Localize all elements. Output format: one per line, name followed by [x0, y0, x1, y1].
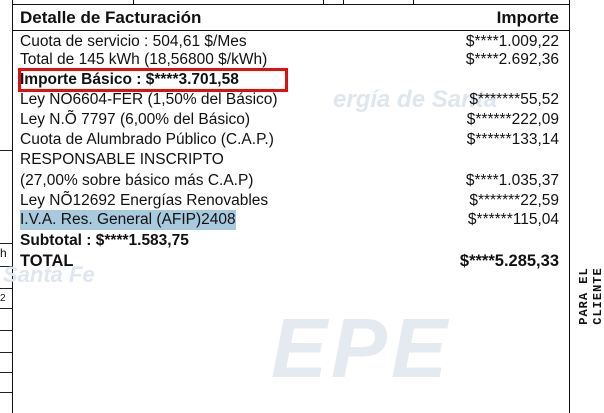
row-description: Total de 145 kWh (18,56800 $/kWh) — [20, 51, 268, 68]
row-description: Ley N.Õ 7797 (6,00% del Básico) — [20, 111, 251, 128]
row-amount: $****1.035,37 — [465, 172, 559, 189]
row-description: (27,00% sobre básico más C.A.P) — [20, 172, 254, 189]
side-label-text: PARA EL CLIENTE — [577, 267, 604, 325]
row-law-7797: Ley N.Õ 7797 (6,00% del Básico) $******2… — [13, 110, 569, 130]
billing-detail-panel: ergía de Santa Santa Fe EPE Detalle de F… — [3, 0, 570, 413]
row-iva-afip: I.V.A. Res. General (AFIP)2408 $******11… — [13, 210, 569, 230]
row-law-6604: Ley NO6604-FER (1,50% del Básico) $*****… — [13, 90, 569, 110]
row-energy-total: Total de 145 kWh (18,56800 $/kWh) $****2… — [13, 50, 569, 70]
row-description: Cuota de servicio : 504,61 $/Mes — [20, 33, 247, 50]
row-amount: $*******22,59 — [469, 192, 559, 209]
row-amount: $****2.692,36 — [465, 51, 559, 68]
highlight-box — [18, 68, 288, 92]
side-label: PARA EL CLIENTE — [571, 230, 604, 350]
row-vat-27: (27,00% sobre básico más C.A.P) $****1.0… — [13, 171, 569, 191]
row-amount: $****1.009,22 — [465, 33, 559, 50]
row-subtotal: Subtotal : $****1.583,75 — [13, 231, 569, 251]
row-responsable-inscripto: RESPONSABLE INSCRIPTO — [13, 150, 569, 170]
row-amount: $******133,14 — [466, 131, 559, 148]
row-description: Ley NO6604-FER (1,50% del Básico) — [20, 91, 278, 108]
row-amount: $*******55,52 — [469, 91, 559, 108]
row-total: TOTAL $****5.285,33 — [13, 251, 569, 271]
side-mark-2: 2 — [0, 288, 12, 309]
top-cut-border — [13, 0, 569, 5]
row-renewable-law: Ley NÕ12692 Energías Renovables $*******… — [13, 191, 569, 211]
epe-watermark-logo: EPE — [271, 301, 452, 395]
row-description: Cuota de Alumbrado Público (C.A.P.) — [20, 131, 274, 148]
row-description: I.V.A. Res. General (AFIP)2408 — [20, 210, 236, 230]
billing-detail-title: Detalle de Facturación — [20, 8, 202, 27]
row-description: Subtotal : $****1.583,75 — [20, 232, 189, 249]
row-public-lighting: Cuota de Alumbrado Público (C.A.P.) $***… — [13, 130, 569, 150]
table-header: Detalle de Facturación Importe — [13, 6, 569, 31]
row-description: TOTAL — [20, 252, 74, 270]
row-amount: $******222,09 — [466, 111, 559, 128]
row-service-fee: Cuota de servicio : 504,61 $/Mes $****1.… — [13, 32, 569, 52]
amount-column-title: Importe — [496, 8, 559, 27]
row-description: Ley NÕ12692 Energías Renovables — [20, 192, 269, 209]
row-amount: $****5.285,33 — [459, 252, 559, 270]
row-amount: $******115,04 — [467, 211, 559, 228]
row-description: RESPONSABLE INSCRIPTO — [20, 151, 224, 168]
